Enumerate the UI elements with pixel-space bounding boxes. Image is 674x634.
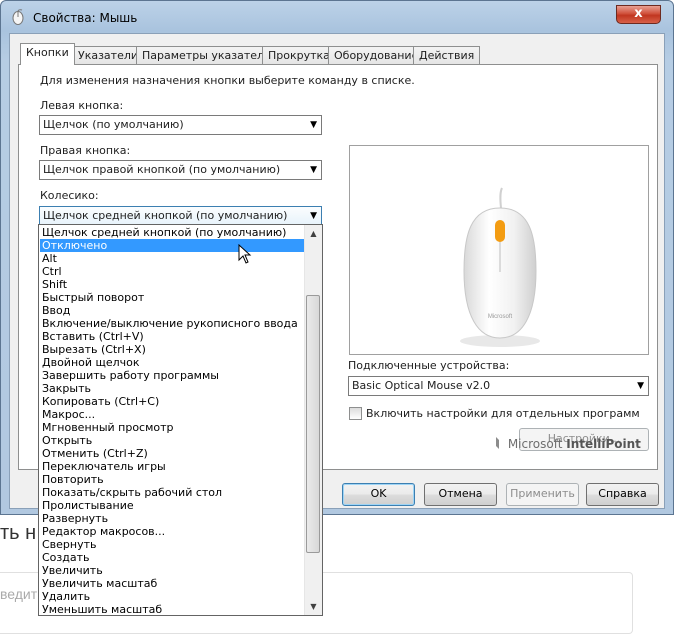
left-button-select[interactable]: Щелчок (по умолчанию) ▼ xyxy=(39,115,322,135)
mouse-logo-text: Microsoft xyxy=(488,314,513,320)
mouse-preview: Microsoft xyxy=(349,145,649,355)
dropdown-option[interactable]: Shift xyxy=(40,278,306,291)
window-title: Свойства: Мышь xyxy=(33,11,138,25)
dropdown-option[interactable]: Открыть xyxy=(40,434,306,447)
dropdown-option[interactable]: Мгновенный просмотр xyxy=(40,421,306,434)
mouse-image: Microsoft xyxy=(460,187,540,347)
dropdown-option[interactable]: Развернуть xyxy=(40,512,306,525)
dropdown-option[interactable]: Быстрый поворот xyxy=(40,291,306,304)
dropdown-option[interactable]: Завершить работу программы xyxy=(40,369,306,382)
tab-pointer-options[interactable]: Параметры указателя xyxy=(136,46,277,64)
brand-prefix: Microsoft xyxy=(507,437,563,451)
tab-scrolling[interactable]: Прокрутка xyxy=(262,46,336,64)
dropdown-option[interactable]: Щелчок средней кнопкой (по умолчанию) xyxy=(40,226,306,239)
dropdown-option[interactable]: Увеличить масштаб xyxy=(40,577,306,590)
scrollbar-thumb[interactable] xyxy=(306,295,320,553)
right-button-value: Щелчок правой кнопкой (по умолчанию) xyxy=(43,163,281,176)
dropdown-option[interactable]: Alt xyxy=(40,252,306,265)
right-button-select[interactable]: Щелчок правой кнопкой (по умолчанию) ▼ xyxy=(39,160,322,180)
right-button-label: Правая кнопка: xyxy=(40,144,131,157)
dropdown-option[interactable]: Макрос... xyxy=(40,408,306,421)
cancel-button[interactable]: Отмена xyxy=(424,483,497,506)
dropdown-option[interactable]: Ctrl xyxy=(40,265,306,278)
left-button-label: Левая кнопка: xyxy=(40,99,124,112)
brand-product: IntelliPoint xyxy=(566,437,641,451)
background-heading-fragment: ть н xyxy=(0,522,37,544)
ok-button[interactable]: OK xyxy=(342,483,415,506)
dropdown-option[interactable]: Переключатель игры xyxy=(40,460,306,473)
chevron-down-icon: ▼ xyxy=(637,381,644,391)
dropdown-option[interactable]: Удалить xyxy=(40,590,306,603)
tab-actions[interactable]: Действия xyxy=(413,46,481,64)
apply-button[interactable]: Применить xyxy=(506,483,579,506)
dropdown-option[interactable]: Создать xyxy=(40,551,306,564)
devices-label: Подключенные устройства: xyxy=(348,359,510,372)
dropdown-option[interactable]: Свернуть xyxy=(40,538,306,551)
dropdown-option[interactable]: Закрыть xyxy=(40,382,306,395)
wheel-value: Щелчок средней кнопкой (по умолчанию) xyxy=(43,209,288,222)
dropdown-option[interactable]: Отменить (Ctrl+Z) xyxy=(40,447,306,460)
help-button[interactable]: Справка xyxy=(586,483,659,506)
instruction-text: Для изменения назначения кнопки выберите… xyxy=(40,74,415,87)
mouse-cursor-icon xyxy=(238,244,252,264)
per-program-checkbox[interactable] xyxy=(349,407,362,420)
background-input-fragment: ведит xyxy=(0,586,38,602)
intellipoint-logo-icon xyxy=(496,437,499,449)
dropdown-option[interactable]: Увеличить xyxy=(40,564,306,577)
tab-pointers[interactable]: Указатели xyxy=(72,46,145,64)
dropdown-option[interactable]: Отключено xyxy=(40,239,306,252)
tab-hardware[interactable]: Оборудование xyxy=(328,46,425,64)
chevron-down-icon: ▼ xyxy=(310,165,317,175)
wheel-select[interactable]: Щелчок средней кнопкой (по умолчанию) ▼ xyxy=(39,206,322,226)
per-program-label: Включить настройки для отдельных програм… xyxy=(366,407,640,420)
scroll-up-arrow-icon[interactable]: ▲ xyxy=(306,226,321,241)
dropdown-option[interactable]: Уменьшить масштаб xyxy=(40,603,306,615)
dropdown-option[interactable]: Вырезать (Ctrl+X) xyxy=(40,343,306,356)
scroll-down-arrow-icon[interactable]: ▼ xyxy=(306,599,321,614)
wheel-label: Колесико: xyxy=(40,189,99,202)
dropdown-option[interactable]: Вставить (Ctrl+V) xyxy=(40,330,306,343)
chevron-down-icon: ▼ xyxy=(310,211,317,221)
dropdown-option[interactable]: Копировать (Ctrl+C) xyxy=(40,395,306,408)
dropdown-option[interactable]: Повторить xyxy=(40,473,306,486)
chevron-down-icon: ▼ xyxy=(310,120,317,130)
devices-value: Basic Optical Mouse v2.0 xyxy=(352,379,491,392)
dropdown-option[interactable]: Показать/скрыть рабочий стол xyxy=(40,486,306,499)
dropdown-option[interactable]: Пролистывание xyxy=(40,499,306,512)
dropdown-scrollbar[interactable]: ▲ ▼ xyxy=(304,225,322,615)
close-button[interactable]: x xyxy=(616,5,661,24)
scroll-wheel xyxy=(495,220,505,242)
dropdown-option[interactable]: Двойной щелчок xyxy=(40,356,306,369)
close-icon: x xyxy=(634,6,643,21)
left-button-value: Щелчок (по умолчанию) xyxy=(43,118,184,131)
mouse-app-icon xyxy=(12,9,24,25)
intellipoint-brand: Microsoft IntelliPoint xyxy=(494,436,641,451)
dropdown-option[interactable]: Редактор макросов... xyxy=(40,525,306,538)
tab-buttons[interactable]: Кнопки xyxy=(20,43,75,65)
wheel-dropdown-list: Щелчок средней кнопкой (по умолчанию) Отк… xyxy=(38,224,323,616)
dropdown-option[interactable]: Ввод xyxy=(40,304,306,317)
devices-select[interactable]: Basic Optical Mouse v2.0 ▼ xyxy=(348,376,649,396)
dropdown-option[interactable]: Включение/выключение рукописного ввода xyxy=(40,317,306,330)
